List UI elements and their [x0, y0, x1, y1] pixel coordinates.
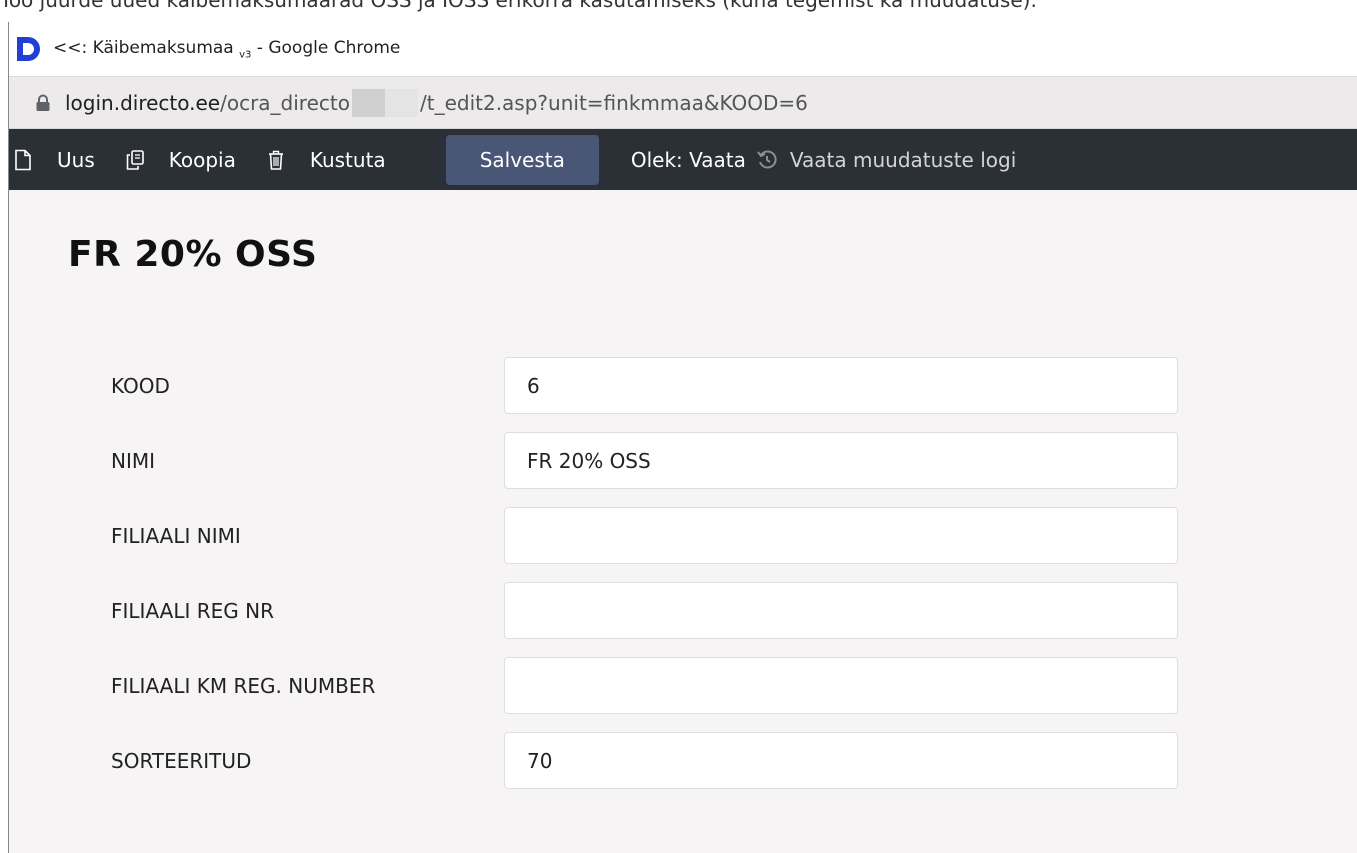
document-text-overlay: Too juurde uued käibemaksumäärad OSS ja … — [0, 0, 1357, 22]
url-host: login.directo.ee — [65, 90, 221, 115]
new-button[interactable]: Uus — [13, 148, 95, 172]
copy-icon — [126, 149, 144, 170]
kood-label: KOOD — [111, 373, 170, 398]
delete-button[interactable]: Kustuta — [266, 148, 386, 172]
state-label: Olek: Vaata — [630, 147, 746, 172]
filiaali-reg-nr-label: FILIAALI REG NR — [111, 598, 275, 623]
window-title-prefix: <<: Käibemaksumaa — [53, 37, 240, 58]
change-log-link[interactable]: Vaata muudatuste logi — [790, 148, 1016, 172]
save-button[interactable]: Salvesta — [445, 134, 599, 185]
copy-button[interactable]: Koopia — [125, 148, 236, 172]
window-title: <<: Käibemaksumaa v3 - Google Chrome — [53, 38, 400, 60]
nimi-label: NIMI — [111, 448, 156, 473]
form-row-sorteeritud: SORTEERITUD — [111, 723, 1178, 798]
window-title-subscript: v3 — [239, 49, 252, 61]
new-button-label: Uus — [57, 147, 95, 172]
form-row-nimi: NIMI — [111, 423, 1178, 498]
new-document-icon — [15, 149, 31, 170]
form-row-kood: KOOD — [111, 348, 1178, 423]
sorteeritud-label: SORTEERITUD — [111, 748, 252, 773]
copy-button-label: Koopia — [168, 147, 236, 172]
browser-window: <<: Käibemaksumaa v3 - Google Chrome log… — [8, 22, 1357, 853]
lock-icon — [36, 94, 50, 111]
filiaali-reg-nr-input[interactable] — [504, 582, 1178, 639]
window-titlebar: <<: Käibemaksumaa v3 - Google Chrome — [9, 22, 1357, 77]
directo-logo-icon — [17, 37, 40, 61]
sorteeritud-input[interactable] — [504, 732, 1178, 789]
vat-rate-form: KOOD NIMI FILIAALI NIMI FILIAALI REG NR … — [111, 348, 1178, 798]
document-text: Too juurde uued käibemaksumäärad OSS ja … — [0, 0, 1037, 12]
nimi-input[interactable] — [504, 432, 1178, 489]
address-bar[interactable]: login.directo.ee/ocra_directo/t_edit2.as… — [9, 77, 1357, 129]
action-toolbar: Uus Koopia Kustuta Salvesta Olek: Vaata — [9, 129, 1357, 190]
filiaali-km-reg-number-label: FILIAALI KM REG. NUMBER — [111, 673, 376, 698]
kood-input[interactable] — [504, 357, 1178, 414]
form-row-filiaali-nimi: FILIAALI NIMI — [111, 498, 1178, 573]
history-icon[interactable] — [756, 149, 778, 171]
delete-button-label: Kustuta — [309, 147, 386, 172]
form-row-filiaali-reg-nr: FILIAALI REG NR — [111, 573, 1178, 648]
filiaali-nimi-input[interactable] — [504, 507, 1178, 564]
page-title: FR 20% OSS — [68, 234, 318, 275]
filiaali-nimi-label: FILIAALI NIMI — [111, 523, 241, 548]
window-title-suffix: - Google Chrome — [251, 37, 401, 58]
redacted-segment — [351, 88, 418, 117]
url-path-start: /ocra_directo — [220, 90, 350, 115]
form-row-filiaali-km-reg-number: FILIAALI KM REG. NUMBER — [111, 648, 1178, 723]
filiaali-km-reg-number-input[interactable] — [504, 657, 1178, 714]
url-text[interactable]: login.directo.ee/ocra_directo/t_edit2.as… — [65, 88, 808, 117]
trash-icon — [268, 150, 283, 170]
url-path-end: /t_edit2.asp?unit=finkmmaa&KOOD=6 — [419, 90, 808, 115]
